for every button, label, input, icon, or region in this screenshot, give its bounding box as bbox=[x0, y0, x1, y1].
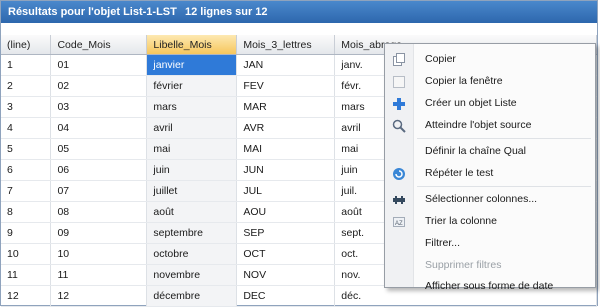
copy-icon bbox=[392, 53, 406, 67]
menu-item-label: Trier la colonne bbox=[425, 215, 497, 227]
menu-item-copier-la-fenetre[interactable]: Copier la fenêtre bbox=[385, 71, 595, 93]
menu-item-label: Copier la fenêtre bbox=[425, 75, 503, 87]
menu-separator bbox=[417, 138, 591, 139]
menu-item-label: Filtrer... bbox=[425, 237, 461, 249]
menu-item-atteindre-l-objet-source[interactable]: Atteindre l'objet source bbox=[385, 115, 595, 137]
menu-item-label: Créer un objet Liste bbox=[425, 97, 517, 109]
copy-window-icon bbox=[392, 75, 406, 89]
menu-item-label: Supprimer filtres bbox=[425, 259, 502, 271]
menu-separator bbox=[417, 186, 591, 187]
menu-item-afficher-sous-forme-de-date[interactable]: Afficher sous forme de date bbox=[385, 276, 595, 298]
menu-item-trier-la-colonne[interactable]: AZ Trier la colonne bbox=[385, 211, 595, 233]
menu-item-label: Afficher sous forme de date bbox=[425, 280, 554, 292]
menu-item-filtrer[interactable]: Filtrer... bbox=[385, 233, 595, 255]
menu-item-copier[interactable]: Copier bbox=[385, 49, 595, 71]
menu-item-creer-un-objet-liste[interactable]: Créer un objet Liste bbox=[385, 93, 595, 115]
svg-text:AZ: AZ bbox=[395, 221, 403, 227]
menu-item-label: Répéter le test bbox=[425, 167, 494, 179]
context-menu: Copier Copier la fenêtre Créer un objet Li… bbox=[384, 43, 596, 292]
menu-item-label: Atteindre l'objet source bbox=[425, 119, 532, 131]
menu-item-supprimer-filtres: Supprimer filtres bbox=[385, 255, 595, 277]
menu-item-label: Sélectionner colonnes... bbox=[425, 193, 538, 205]
menu-item-selectionner-colonnes[interactable]: Sélectionner colonnes... bbox=[385, 189, 595, 211]
results-window: Résultats pour l'objet List-1-LST 12 lig… bbox=[0, 0, 598, 307]
plus-icon bbox=[392, 97, 406, 111]
columns-icon bbox=[392, 193, 406, 207]
refresh-icon bbox=[392, 167, 406, 181]
menu-item-label: Copier bbox=[425, 53, 456, 65]
magnifier-icon bbox=[392, 119, 406, 133]
menu-item-repeter-le-test[interactable]: Répéter le test bbox=[385, 163, 595, 185]
menu-item-label: Définir la chaîne Qual bbox=[425, 145, 526, 157]
sort-icon: AZ bbox=[392, 215, 406, 229]
menu-item-definir-la-chaine-qual[interactable]: Définir la chaîne Qual bbox=[385, 141, 595, 163]
